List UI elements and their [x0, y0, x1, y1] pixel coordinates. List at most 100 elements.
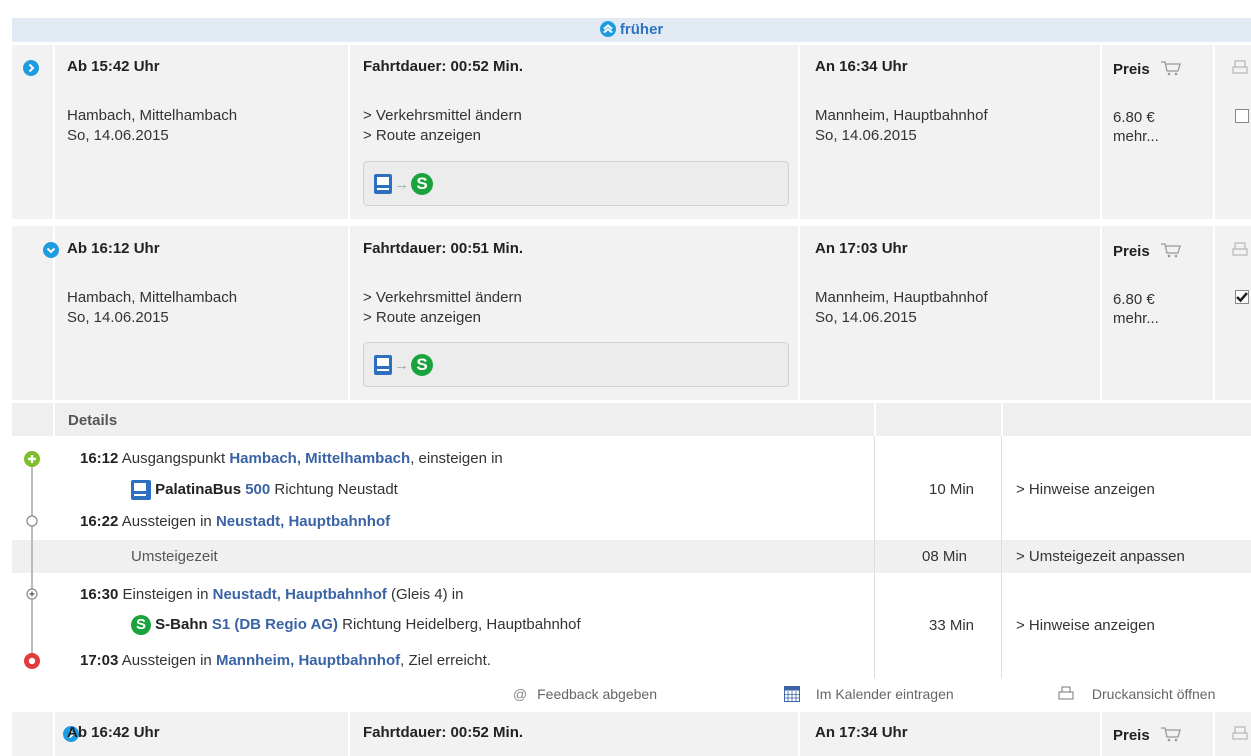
more-link[interactable]: mehr...	[1113, 127, 1159, 147]
print-view-button[interactable]: Druckansicht öffnen	[1058, 686, 1215, 702]
departure-station: Hambach, Mittelhambach	[67, 289, 238, 306]
arrival-time: An 16:34 Uhr	[815, 58, 908, 75]
price-value: 6.80 €	[1113, 109, 1155, 126]
departure-time: Ab 16:12 Uhr	[67, 240, 160, 257]
earlier-label: früher	[619, 21, 664, 38]
checkmark-icon	[1236, 292, 1248, 303]
price-label: Preis	[1113, 726, 1182, 744]
leg2-time: 16:30	[80, 586, 119, 603]
cart-icon[interactable]	[1160, 242, 1182, 258]
adjust-transfer-link[interactable]: > Umsteigezeit anpassen	[1016, 547, 1185, 567]
departure-time: Ab 16:42 Uhr	[67, 724, 160, 741]
transfer-label: Umsteigezeit	[131, 548, 218, 565]
price-label: Preis	[1113, 60, 1182, 78]
leg1-time: 16:12	[80, 450, 119, 467]
leg2-line: S S-Bahn S1 (DB Regio AG) Richtung Heide…	[131, 615, 581, 636]
arrival-date: So, 14.06.2015	[815, 127, 917, 144]
print-icon[interactable]	[1232, 726, 1248, 742]
leg1-direction: Richtung Neustadt	[274, 481, 398, 498]
leg2-exit-station-link[interactable]: Mannheim, Hauptbahnhof	[216, 652, 400, 669]
transfer-duration: 08 Min	[922, 548, 968, 565]
departure-time: Ab 15:42 Uhr	[67, 58, 160, 75]
modes-box: → S	[363, 342, 789, 387]
timeline-line	[31, 462, 33, 658]
leg1-exit-time: 16:22	[80, 513, 119, 530]
details-header: Details	[12, 403, 1251, 436]
calendar-button[interactable]: Im Kalender eintragen	[784, 686, 954, 702]
leg1-exit-text: Aussteigen in	[121, 513, 212, 530]
departure-date: So, 14.06.2015	[67, 309, 169, 326]
leg1-hints-link[interactable]: > Hinweise anzeigen	[1016, 480, 1155, 500]
show-route-link[interactable]: > Route anzeigen	[363, 126, 481, 146]
leg1-duration: 10 Min	[929, 481, 975, 498]
duration: Fahrtdauer: 00:52 Min.	[363, 58, 524, 75]
leg2-text-a: Einsteigen in	[122, 586, 209, 603]
arrow-icon: →	[394, 175, 409, 193]
price-value: 6.80 €	[1113, 291, 1155, 308]
leg2-line-number[interactable]: S1 (DB Regio AG)	[212, 616, 338, 633]
leg1-start-line: 16:12 Ausgangspunkt Hambach, Mittelhamba…	[80, 449, 503, 469]
duration: Fahrtdauer: 00:52 Min.	[363, 724, 524, 741]
leg2-hints-link[interactable]: > Hinweise anzeigen	[1016, 616, 1155, 636]
cart-icon[interactable]	[1160, 60, 1182, 76]
leg1-station-link[interactable]: Hambach, Mittelhambach	[229, 450, 410, 467]
leg1-text-a: Ausgangspunkt	[121, 450, 226, 467]
print-icon[interactable]	[1232, 242, 1248, 258]
bus-icon	[131, 480, 151, 501]
expand-chevron-right-icon[interactable]	[23, 60, 39, 76]
earlier-button[interactable]: früher	[12, 18, 1251, 42]
arrival-station: Mannheim, Hauptbahnhof	[815, 289, 988, 306]
stop-point-icon	[26, 515, 38, 527]
leg1-line: PalatinaBus 500 Richtung Neustadt	[131, 480, 398, 501]
show-route-link[interactable]: > Route anzeigen	[363, 308, 481, 328]
print-view-label: Druckansicht öffnen	[1091, 686, 1216, 702]
modes-box: → S	[363, 161, 789, 206]
leg1-line-name: PalatinaBus	[155, 481, 242, 498]
at-icon: @	[513, 686, 528, 702]
arrival-station: Mannheim, Hauptbahnhof	[815, 107, 988, 124]
cart-icon[interactable]	[1160, 726, 1182, 742]
select-checkbox-checked[interactable]	[1235, 290, 1249, 304]
leg1-exit-line: 16:22 Aussteigen in Neustadt, Hauptbahnh…	[80, 512, 390, 532]
calendar-icon	[784, 686, 800, 702]
more-link[interactable]: mehr...	[1113, 309, 1159, 329]
departure-date: So, 14.06.2015	[67, 127, 169, 144]
divider	[874, 436, 875, 678]
sbahn-icon: S	[131, 615, 151, 636]
arrival-date: So, 14.06.2015	[815, 309, 917, 326]
sbahn-icon: S	[411, 173, 433, 195]
divider	[1001, 436, 1002, 678]
double-chevron-up-icon	[599, 21, 616, 37]
leg2-exit-line: 17:03 Aussteigen in Mannheim, Hauptbahnh…	[80, 651, 491, 671]
arrow-icon: →	[394, 356, 409, 374]
feedback-button[interactable]: @ Feedback abgeben	[513, 686, 657, 702]
duration: Fahrtdauer: 00:51 Min.	[363, 240, 524, 257]
leg2-duration: 33 Min	[929, 617, 975, 634]
leg1-text-b: , einsteigen in	[410, 450, 503, 467]
leg1-line-number[interactable]: 500	[245, 481, 270, 498]
departure-station: Hambach, Mittelhambach	[67, 107, 238, 124]
change-modes-link[interactable]: > Verkehrsmittel ändern	[363, 106, 522, 126]
feedback-label: Feedback abgeben	[537, 686, 657, 702]
leg2-exit-text: Aussteigen in	[121, 652, 212, 669]
change-modes-link[interactable]: > Verkehrsmittel ändern	[363, 288, 522, 308]
leg1-exit-station-link[interactable]: Neustadt, Hauptbahnhof	[216, 513, 390, 530]
collapse-chevron-down-icon[interactable]	[43, 242, 60, 258]
leg2-start-line: 16:30 Einsteigen in Neustadt, Hauptbahnh…	[80, 585, 463, 605]
leg2-line-name: S-Bahn	[155, 616, 208, 633]
bus-icon	[374, 355, 392, 375]
details-title: Details	[68, 412, 118, 429]
leg2-direction: Richtung Heidelberg, Hauptbahnhof	[342, 616, 581, 633]
leg2-exit-time: 17:03	[80, 652, 119, 669]
price-label: Preis	[1113, 242, 1182, 260]
transfer-point-icon	[26, 588, 38, 600]
select-checkbox[interactable]	[1235, 109, 1249, 123]
printer-icon	[1058, 686, 1074, 700]
start-point-icon	[24, 451, 40, 467]
leg2-station-link[interactable]: Neustadt, Hauptbahnhof	[213, 586, 387, 603]
connection-row[interactable]	[12, 712, 1251, 756]
sbahn-icon: S	[411, 354, 433, 376]
print-icon[interactable]	[1232, 60, 1248, 76]
leg2-exit-suffix: , Ziel erreicht.	[400, 652, 491, 669]
arrival-time: An 17:03 Uhr	[815, 240, 908, 257]
